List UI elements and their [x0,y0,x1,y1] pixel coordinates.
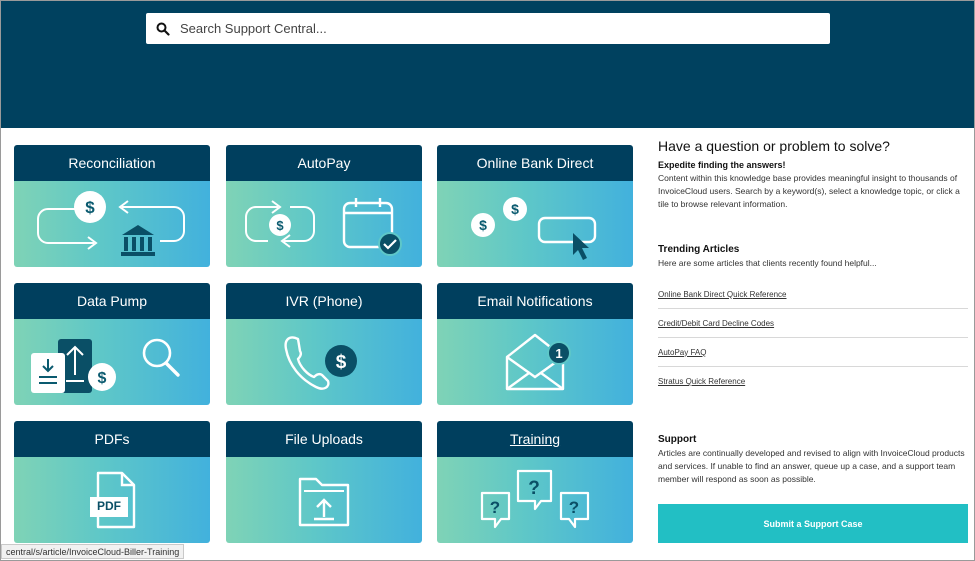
search-input[interactable] [180,14,810,43]
reconciliation-icon: $ [14,181,210,267]
online-bank-direct-icon: $ $ [437,181,633,267]
submit-support-case-button[interactable]: Submit a Support Case [658,504,968,543]
tile-title: Training [437,421,633,457]
list-item: Online Bank Direct Quick Reference [658,280,968,309]
tile-autopay[interactable]: AutoPay $ [226,145,422,267]
phone-icon: $ [226,319,422,405]
tile-training[interactable]: Training ? ? ? [437,421,633,543]
svg-text:$: $ [276,218,284,233]
tile-data-pump[interactable]: Data Pump $ [14,283,210,405]
tile-title: Online Bank Direct [437,145,633,181]
article-link[interactable]: AutoPay FAQ [658,348,706,357]
article-link[interactable]: Stratus Quick Reference [658,377,745,386]
tile-title: File Uploads [226,421,422,457]
search-icon [146,22,180,36]
svg-text:$: $ [85,198,95,217]
trending-title: Trending Articles [658,244,740,255]
search-bar[interactable] [146,13,830,44]
data-pump-icon: $ [14,319,210,405]
svg-text:$: $ [98,370,107,387]
tile-pdfs[interactable]: PDFs PDF [14,421,210,543]
support-text: Articles are continually developed and r… [658,448,965,484]
tile-title: Email Notifications [437,283,633,319]
header-banner [1,1,974,128]
tile-title: Reconciliation [14,145,210,181]
svg-text:$: $ [479,217,487,233]
intro-subtitle: Expedite finding the answers! [658,160,786,170]
pdf-icon-label: PDF [97,499,121,513]
svg-text:?: ? [569,498,579,517]
tile-title: IVR (Phone) [226,283,422,319]
intro-title: Have a question or problem to solve? [658,138,890,154]
list-item: Credit/Debit Card Decline Codes [658,309,968,338]
folder-upload-icon [226,457,422,543]
trending-text: Here are some articles that clients rece… [658,258,877,268]
support-title: Support [658,434,697,445]
article-link[interactable]: Credit/Debit Card Decline Codes [658,319,774,328]
tile-reconciliation[interactable]: Reconciliation $ [14,145,210,267]
tile-email-notifications[interactable]: Email Notifications 1 [437,283,633,405]
status-bar-url: central/s/article/InvoiceCloud-Biller-Tr… [1,544,185,559]
tile-online-bank-direct[interactable]: Online Bank Direct $ $ [437,145,633,267]
svg-text:$: $ [336,352,347,373]
tile-title: AutoPay [226,145,422,181]
list-item: AutoPay FAQ [658,338,968,367]
svg-text:?: ? [490,498,500,517]
intro-text: Content within this knowledge base provi… [658,173,960,209]
tile-file-uploads[interactable]: File Uploads [226,421,422,543]
info-panel: Have a question or problem to solve? Exp… [658,138,968,486]
tile-title: Data Pump [14,283,210,319]
list-item: Stratus Quick Reference [658,367,968,396]
tile-ivr-phone[interactable]: IVR (Phone) $ [226,283,422,405]
svg-text:$: $ [511,201,519,217]
tile-title: PDFs [14,421,210,457]
question-bubble-icon: ? ? ? [437,457,633,543]
article-link[interactable]: Online Bank Direct Quick Reference [658,290,787,299]
autopay-icon: $ [226,181,422,267]
envelope-icon: 1 [437,319,633,405]
svg-text:?: ? [528,478,540,499]
svg-text:1: 1 [555,346,562,361]
